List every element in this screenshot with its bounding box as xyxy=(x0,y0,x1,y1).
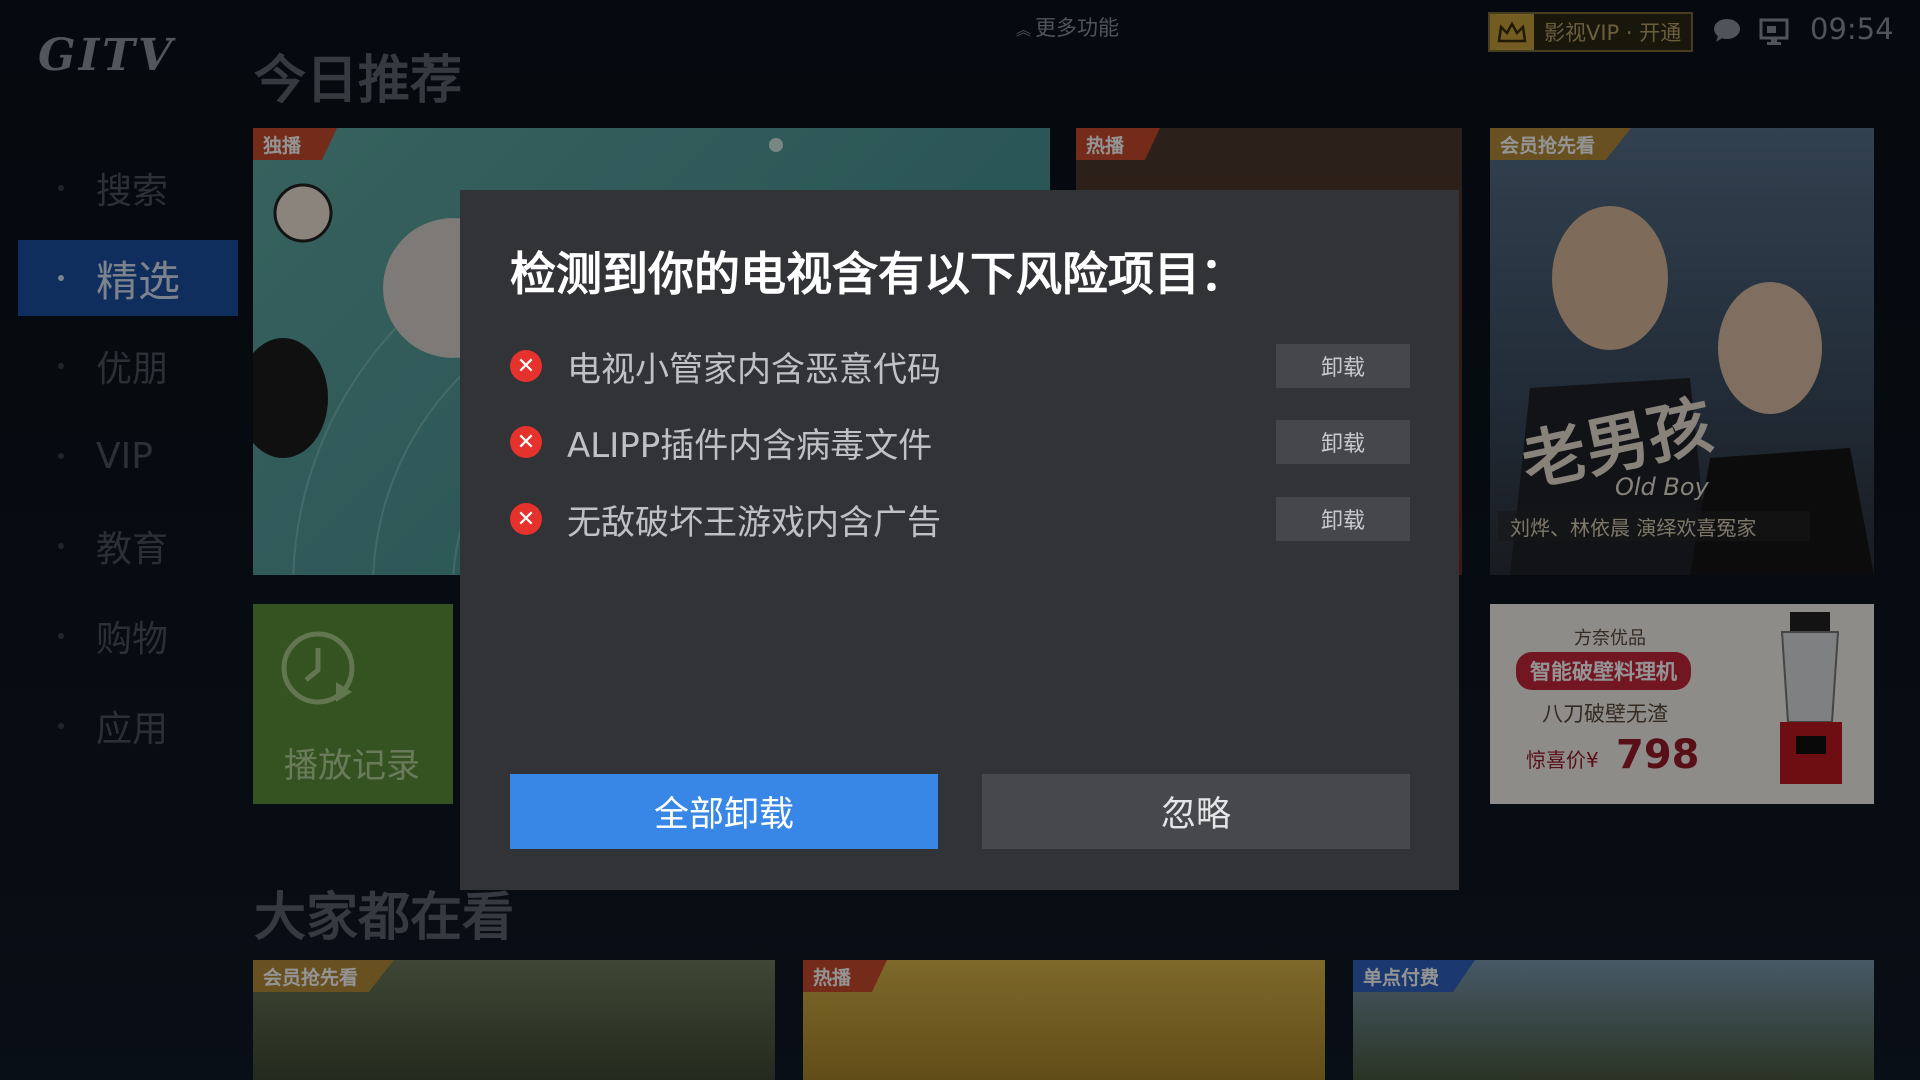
ad-price-label: 惊喜价¥ xyxy=(1526,748,1599,772)
play-history-tile[interactable]: 播放记录 xyxy=(253,604,453,804)
error-icon: ✕ xyxy=(510,350,542,382)
chevron-up-icon: ︽ xyxy=(1016,21,1032,39)
nav-dot xyxy=(58,453,64,459)
popular-tile-1[interactable]: 会员抢先看 xyxy=(253,960,775,1080)
section-title-today: 今日推荐 xyxy=(254,50,463,111)
vip-subscribe-button[interactable]: 影视VIP · 开通 xyxy=(1488,12,1694,52)
sidebar-item-featured[interactable]: 精选 xyxy=(18,240,238,316)
gitv-logo: GITV xyxy=(38,30,176,81)
sidebar-item-vip[interactable]: VIP xyxy=(18,418,238,494)
tile-tag: 热播 xyxy=(803,960,888,992)
history-label: 播放记录 xyxy=(284,746,420,786)
uninstall-button[interactable]: 卸载 xyxy=(1276,497,1410,541)
tv-screen-icon[interactable] xyxy=(1759,17,1789,45)
nav-label: 应用 xyxy=(96,709,169,750)
tile-tag: 单点付费 xyxy=(1353,960,1476,992)
uninstall-all-button[interactable]: 全部卸载 xyxy=(510,774,938,849)
nav-label: 搜索 xyxy=(96,171,169,212)
risk-item: ✕ 电视小管家内含恶意代码 卸载 xyxy=(510,343,1410,390)
nav-label: 精选 xyxy=(96,256,181,306)
message-icon[interactable] xyxy=(1713,18,1741,42)
ignore-button[interactable]: 忽略 xyxy=(982,774,1410,849)
sidebar-item-education[interactable]: 教育 xyxy=(18,508,238,584)
risk-label: ALIPP插件内含病毒文件 xyxy=(567,425,933,466)
movie-subtitle: Old Boy xyxy=(1615,473,1709,501)
blender-image xyxy=(1780,612,1842,784)
sidebar-item-shopping[interactable]: 购物 xyxy=(18,598,238,674)
uninstall-button[interactable]: 卸载 xyxy=(1276,344,1410,388)
nav-dot xyxy=(58,543,64,549)
ad-brand: 方奈优品 xyxy=(1574,628,1646,649)
risk-label: 无敌破坏王游戏内含广告 xyxy=(567,502,941,543)
vip-label: 影视VIP · 开通 xyxy=(1544,21,1682,45)
popular-tile-2[interactable]: 热播 xyxy=(803,960,1325,1080)
more-features-link[interactable]: ︽ 更多功能 xyxy=(1016,12,1119,42)
crown-icon xyxy=(1490,14,1534,50)
movie-caption: 刘烨、林依晨 演绎欢喜冤家 xyxy=(1498,511,1810,541)
nav-dot xyxy=(58,723,64,729)
risk-item: ✕ ALIPP插件内含病毒文件 卸载 xyxy=(510,419,1410,466)
tile-artwork xyxy=(1510,206,1874,575)
clock: 09:54 xyxy=(1810,12,1894,46)
sidebar-item-apps[interactable]: 应用 xyxy=(18,688,238,764)
sidebar-item-youpeng[interactable]: 优朋 xyxy=(18,328,238,404)
nav-dot xyxy=(58,363,64,369)
dialog-title: 检测到你的电视含有以下风险项目： xyxy=(510,247,1246,301)
uninstall-button[interactable]: 卸载 xyxy=(1276,420,1410,464)
nav-label: 购物 xyxy=(96,619,169,660)
ad-tile[interactable]: 方奈优品 智能破壁料理机 八刀破壁无渣 惊喜价¥ 798 xyxy=(1490,604,1874,804)
ad-feature: 八刀破壁无渣 xyxy=(1542,702,1668,726)
nav-label: 优朋 xyxy=(96,349,169,390)
nav-dot xyxy=(58,275,64,281)
ad-product: 智能破壁料理机 xyxy=(1516,652,1691,690)
error-icon: ✕ xyxy=(510,503,542,535)
tile-tag: 热播 xyxy=(1076,128,1161,160)
sidebar-item-search[interactable]: 搜索 xyxy=(18,150,238,226)
risk-dialog: 检测到你的电视含有以下风险项目： ✕ 电视小管家内含恶意代码 卸载 ✕ ALIP… xyxy=(460,190,1459,890)
nav-dot xyxy=(58,185,64,191)
ad-price: 798 xyxy=(1616,732,1700,778)
nav-dot xyxy=(58,633,64,639)
tile-tag: 会员抢先看 xyxy=(253,960,395,992)
risk-label: 电视小管家内含恶意代码 xyxy=(567,349,941,390)
nav-label: VIP xyxy=(96,435,153,477)
featured-tile-3[interactable]: 会员抢先看 老男孩 Old Boy 刘烨、林依晨 演绎欢喜冤家 xyxy=(1490,128,1874,575)
error-icon: ✕ xyxy=(510,426,542,458)
more-features-label: 更多功能 xyxy=(1035,16,1120,40)
history-clock-icon xyxy=(281,631,355,705)
popular-tile-3[interactable]: 单点付费 xyxy=(1353,960,1874,1080)
nav-label: 教育 xyxy=(96,529,169,570)
risk-item: ✕ 无敌破坏王游戏内含广告 卸载 xyxy=(510,496,1410,543)
